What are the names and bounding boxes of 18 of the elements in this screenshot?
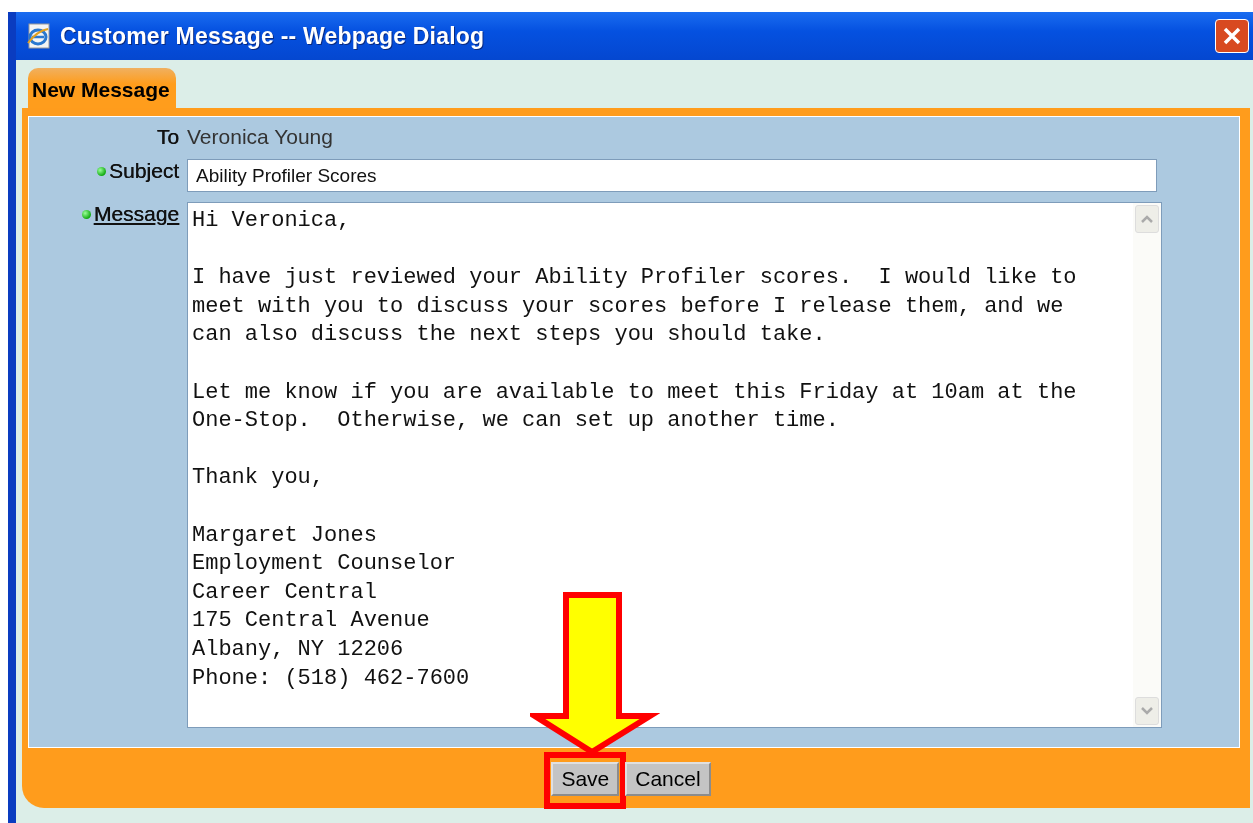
dialog-button[interactable]: Save xyxy=(551,762,620,796)
browser-icon xyxy=(26,23,52,49)
tab[interactable]: New Message xyxy=(28,68,176,108)
recipient-name: Veronica Young xyxy=(187,125,334,149)
message-field[interactable]: Hi Veronica, I have just reviewed your Ability Profiler scores. I would like to meet with you to discuss your scores before I release them, and we can also discuss the next steps you should take. Let me know if you are available to meet this Friday at 10am at the One-Stop. Otherwise, we can set up another time. Thank you, Margaret Jones Employment Counselor Career Central 175 Central Avenue Albany, NY 12206 Phone: (518) 462-7600 xyxy=(187,202,1162,728)
scroll-up-button[interactable] xyxy=(1135,205,1159,233)
window-title: Customer Message -- Webpage Dialog xyxy=(60,22,486,50)
field-label: To xyxy=(156,125,179,149)
subject-field[interactable]: Ability Profiler Scores xyxy=(187,159,1157,192)
field-label: Subject xyxy=(108,159,179,183)
chevron-up-icon xyxy=(1140,214,1154,224)
scrollbar[interactable] xyxy=(1133,203,1161,727)
chevron-down-icon xyxy=(1140,706,1154,716)
scroll-down-button[interactable] xyxy=(1135,697,1159,725)
field-label-link[interactable]: Message xyxy=(93,202,179,226)
close-button[interactable] xyxy=(1215,19,1249,53)
close-icon xyxy=(1221,25,1243,47)
dialog-button[interactable]: Cancel xyxy=(625,762,711,796)
